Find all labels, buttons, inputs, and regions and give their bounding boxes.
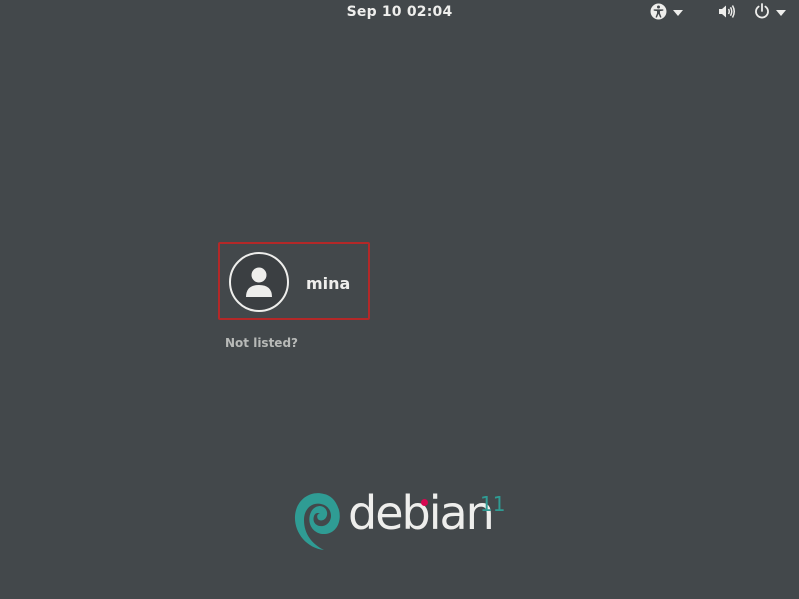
debian-swirl-icon: [294, 493, 340, 550]
user-list-item[interactable]: mina: [218, 242, 370, 320]
debian-logo: debian 11: [290, 482, 520, 557]
user-name: mina: [306, 274, 351, 293]
system-menu[interactable]: [718, 3, 786, 23]
power-icon: [754, 3, 770, 23]
debian-wordmark: debian: [348, 486, 495, 540]
not-listed-link[interactable]: Not listed?: [225, 336, 298, 350]
volume-icon: [718, 3, 736, 24]
login-screen: Sep 10 02:04 mina Not listed? debian 11: [0, 0, 799, 599]
user-avatar-icon: [229, 252, 289, 312]
debian-version: 11: [480, 492, 506, 516]
debian-dot: [421, 499, 428, 506]
chevron-down-icon: [776, 10, 786, 16]
top-bar: Sep 10 02:04: [0, 0, 799, 26]
accessibility-menu[interactable]: [650, 3, 683, 23]
chevron-down-icon: [673, 10, 683, 16]
accessibility-icon: [650, 3, 667, 24]
